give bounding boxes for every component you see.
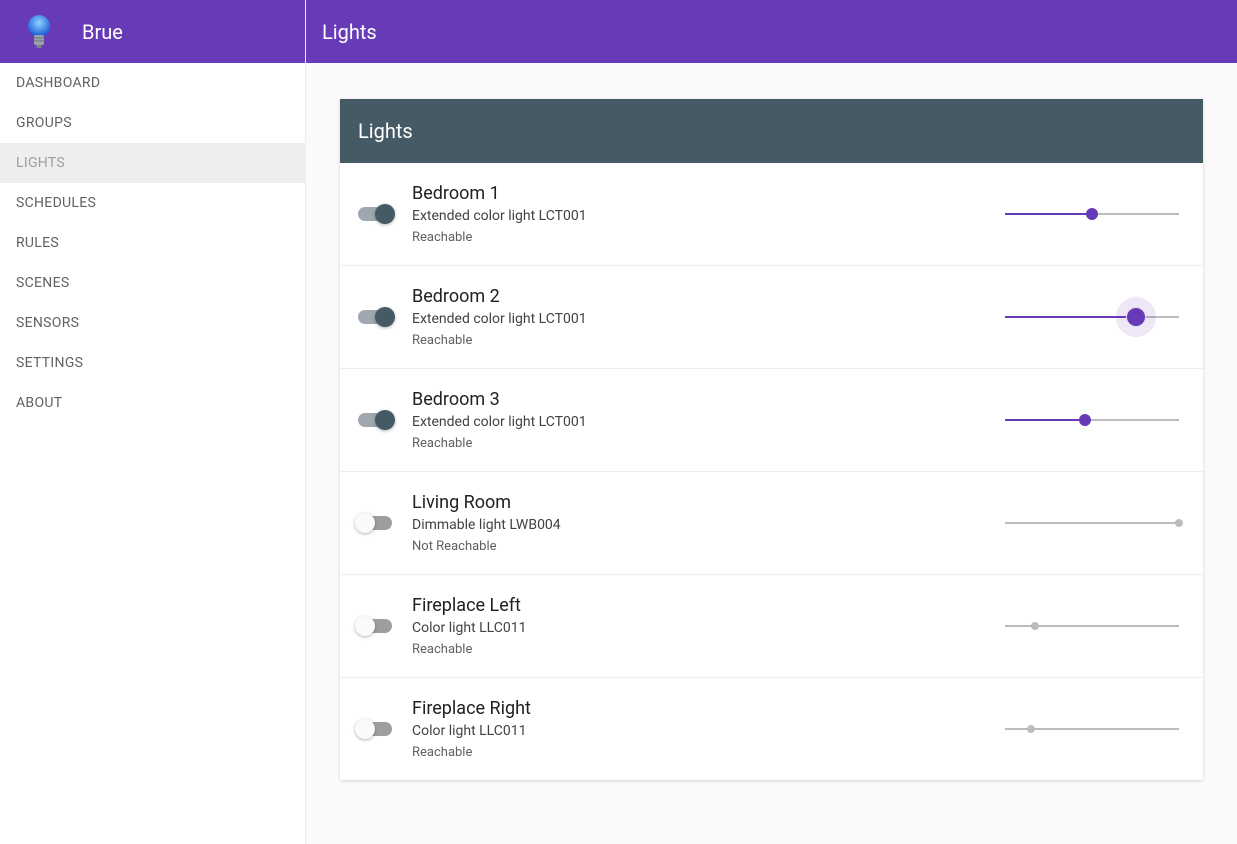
light-name: Bedroom 2 xyxy=(412,286,985,307)
sidebar-item-groups[interactable]: GROUPS xyxy=(0,103,305,143)
lights-list: Bedroom 1 Extended color light LCT001 Reac… xyxy=(340,163,1203,780)
light-type: Extended color light LCT001 xyxy=(412,311,985,327)
sidebar-item-label: SCHEDULES xyxy=(16,195,96,211)
sidebar-item-label: SETTINGS xyxy=(16,355,83,371)
light-row: Bedroom 3 Extended color light LCT001 Reac… xyxy=(340,369,1203,472)
sidebar-item-label: GROUPS xyxy=(16,115,72,131)
sidebar-item-label: SCENES xyxy=(16,275,69,291)
sidebar-item-dashboard[interactable]: DASHBOARD xyxy=(0,63,305,103)
brightness-slider[interactable] xyxy=(1005,713,1179,745)
app-title: Brue xyxy=(82,20,123,44)
sidebar-header: Brue xyxy=(0,0,305,63)
slider-thumb[interactable] xyxy=(1027,725,1035,733)
brightness-slider[interactable] xyxy=(1005,198,1179,230)
light-name: Fireplace Left xyxy=(412,595,985,616)
light-status: Not Reachable xyxy=(412,539,985,554)
light-row: Bedroom 1 Extended color light LCT001 Reac… xyxy=(340,163,1203,266)
sidebar-item-rules[interactable]: RULES xyxy=(0,223,305,263)
light-name: Fireplace Right xyxy=(412,698,985,719)
page-title: Lights xyxy=(322,20,377,44)
power-toggle[interactable] xyxy=(358,722,392,736)
power-toggle[interactable] xyxy=(358,207,392,221)
brightness-slider[interactable] xyxy=(1005,301,1179,333)
sidebar-item-label: LIGHTS xyxy=(16,155,65,171)
light-status: Reachable xyxy=(412,230,985,245)
light-type: Extended color light LCT001 xyxy=(412,208,985,224)
light-row: Living Room Dimmable light LWB004 Not Reac… xyxy=(340,472,1203,575)
light-status: Reachable xyxy=(412,745,985,760)
sidebar: Brue DASHBOARD GROUPS LIGHTS SCHEDULES RULES… xyxy=(0,0,306,844)
light-type: Extended color light LCT001 xyxy=(412,414,985,430)
light-row: Fireplace Right Color light LLC011 Reachab… xyxy=(340,678,1203,780)
power-toggle[interactable] xyxy=(358,516,392,530)
power-toggle[interactable] xyxy=(358,310,392,324)
brightness-slider[interactable] xyxy=(1005,610,1179,642)
bulb-icon xyxy=(26,14,52,50)
slider-thumb[interactable] xyxy=(1086,208,1098,220)
light-status: Reachable xyxy=(412,642,985,657)
light-type: Color light LLC011 xyxy=(412,620,985,636)
main-header: Lights xyxy=(306,0,1237,63)
slider-thumb[interactable] xyxy=(1126,307,1146,327)
sidebar-nav: DASHBOARD GROUPS LIGHTS SCHEDULES RULES SCENE… xyxy=(0,63,305,423)
light-info: Fireplace Left Color light LLC011 Reachabl… xyxy=(412,595,985,657)
slider-thumb[interactable] xyxy=(1079,414,1091,426)
light-info: Bedroom 2 Extended color light LCT001 Reac… xyxy=(412,286,985,348)
light-type: Dimmable light LWB004 xyxy=(412,517,985,533)
sidebar-item-lights[interactable]: LIGHTS xyxy=(0,143,305,183)
sidebar-item-label: DASHBOARD xyxy=(16,75,100,91)
light-row: Fireplace Left Color light LLC011 Reachabl… xyxy=(340,575,1203,678)
sidebar-item-label: SENSORS xyxy=(16,315,79,331)
light-name: Bedroom 3 xyxy=(412,389,985,410)
content: Lights Bedroom 1 Extended color light LCT… xyxy=(306,63,1237,816)
power-toggle[interactable] xyxy=(358,619,392,633)
power-toggle[interactable] xyxy=(358,413,392,427)
sidebar-item-settings[interactable]: SETTINGS xyxy=(0,343,305,383)
lights-card: Lights Bedroom 1 Extended color light LCT… xyxy=(340,99,1203,780)
light-name: Living Room xyxy=(412,492,985,513)
light-status: Reachable xyxy=(412,333,985,348)
light-info: Bedroom 1 Extended color light LCT001 Reac… xyxy=(412,183,985,245)
light-info: Bedroom 3 Extended color light LCT001 Reac… xyxy=(412,389,985,451)
main: Lights Lights Bedroom 1 Extended color li… xyxy=(306,0,1237,844)
light-name: Bedroom 1 xyxy=(412,183,985,204)
brightness-slider[interactable] xyxy=(1005,507,1179,539)
light-row: Bedroom 2 Extended color light LCT001 Reac… xyxy=(340,266,1203,369)
light-info: Living Room Dimmable light LWB004 Not Reac… xyxy=(412,492,985,554)
card-header: Lights xyxy=(340,99,1203,163)
sidebar-item-sensors[interactable]: SENSORS xyxy=(0,303,305,343)
sidebar-item-label: ABOUT xyxy=(16,395,62,411)
light-type: Color light LLC011 xyxy=(412,723,985,739)
slider-thumb[interactable] xyxy=(1031,622,1039,630)
sidebar-item-about[interactable]: ABOUT xyxy=(0,383,305,423)
sidebar-item-scenes[interactable]: SCENES xyxy=(0,263,305,303)
light-info: Fireplace Right Color light LLC011 Reachab… xyxy=(412,698,985,760)
light-status: Reachable xyxy=(412,436,985,451)
sidebar-item-label: RULES xyxy=(16,235,59,251)
brightness-slider[interactable] xyxy=(1005,404,1179,436)
slider-thumb[interactable] xyxy=(1175,519,1183,527)
sidebar-item-schedules[interactable]: SCHEDULES xyxy=(0,183,305,223)
